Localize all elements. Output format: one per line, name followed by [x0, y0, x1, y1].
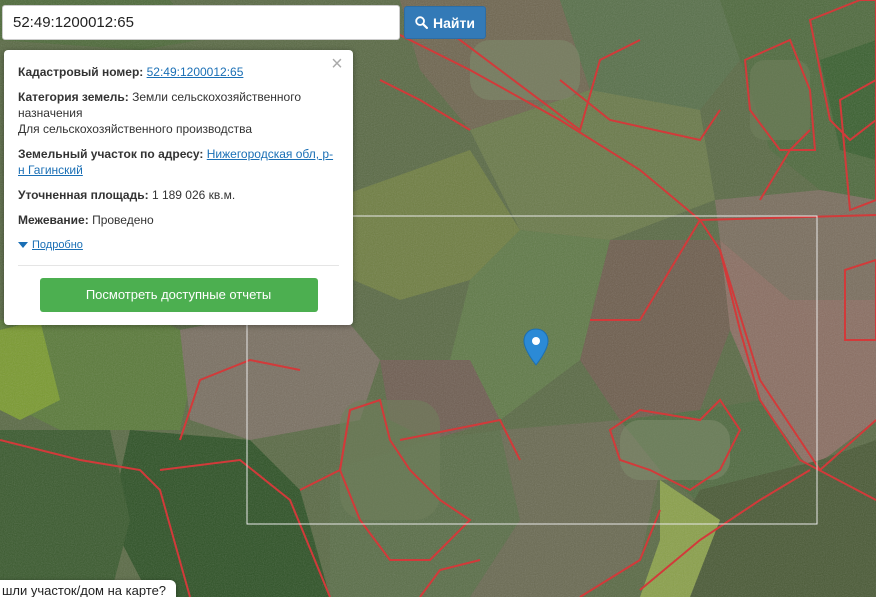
parcel-info-popup: × Кадастровый номер: 52:49:1200012:65 Ка…: [4, 50, 353, 325]
view-reports-button[interactable]: Посмотреть доступные отчеты: [39, 278, 318, 312]
find-parcel-prompt[interactable]: шли участок/дом на карте?: [0, 580, 177, 597]
cadastral-number-link[interactable]: 52:49:1200012:65: [147, 65, 244, 79]
area-value: 1 189 026 кв.м.: [151, 188, 236, 202]
search-input[interactable]: 52:49:1200012:65: [2, 5, 400, 40]
close-icon[interactable]: ×: [329, 54, 345, 74]
search-button[interactable]: Найти: [404, 6, 486, 39]
survey-row: Межевание: Проведено: [18, 212, 339, 228]
area-label: Уточненная площадь:: [18, 188, 149, 202]
area-row: Уточненная площадь: 1 189 026 кв.м.: [18, 187, 339, 203]
search-icon: [415, 16, 429, 29]
cadastral-number-label: Кадастровый номер:: [18, 65, 144, 79]
search-button-label: Найти: [433, 14, 475, 31]
land-use-value: Для сельскохозяйственного производства: [18, 122, 253, 136]
address-row: Земельный участок по адресу: Нижегородск…: [18, 146, 339, 178]
land-category-row: Категория земель: Земли сельскохозяйстве…: [18, 89, 339, 137]
address-label: Земельный участок по адресу:: [18, 147, 204, 161]
land-category-label: Категория земель:: [18, 90, 129, 104]
survey-value: Проведено: [92, 213, 154, 227]
details-toggle[interactable]: Подробно: [18, 237, 339, 253]
survey-label: Межевание:: [18, 213, 89, 227]
caret-down-icon: [18, 242, 28, 248]
details-link[interactable]: Подробно: [32, 237, 83, 253]
cadastral-number-row: Кадастровый номер: 52:49:1200012:65: [18, 64, 339, 80]
location-marker-icon[interactable]: [523, 328, 549, 366]
divider: [18, 265, 339, 266]
